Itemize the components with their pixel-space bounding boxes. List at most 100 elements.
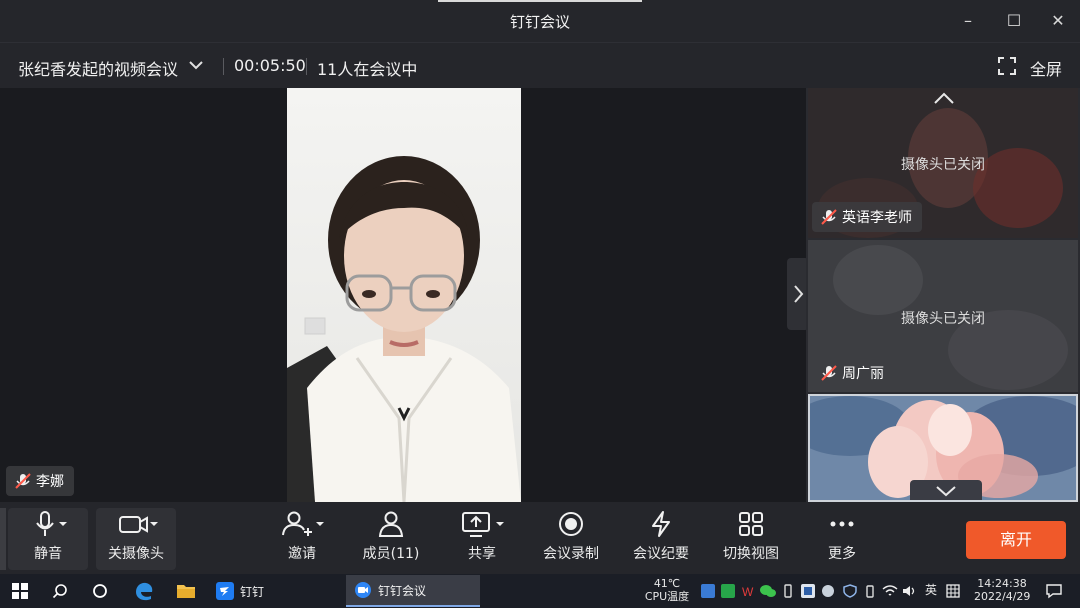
chevron-down-icon[interactable] bbox=[186, 55, 206, 75]
speaker-name-chip: 李娜 bbox=[6, 466, 74, 496]
switch-view-button[interactable]: 切换视图 bbox=[716, 508, 786, 570]
maximize-button[interactable]: ☐ bbox=[1002, 9, 1026, 33]
participant-panel: 摄像头已关闭 英语李老师 摄像头已关闭 周广丽 bbox=[806, 88, 1080, 502]
record-button[interactable]: 会议录制 bbox=[536, 508, 606, 570]
battery-icon bbox=[866, 585, 874, 598]
fullscreen-button[interactable]: 全屏 bbox=[1030, 56, 1062, 80]
grid-view-icon bbox=[739, 512, 763, 536]
camera-icon bbox=[119, 516, 158, 533]
search-button[interactable] bbox=[48, 579, 72, 603]
cpu-temp-label: CPU温度 bbox=[644, 590, 690, 603]
title-bar: 钉钉会议 – ☐ ✕ bbox=[0, 0, 1080, 42]
invite-button[interactable]: 邀请 bbox=[272, 508, 332, 570]
taskbar-app-label: 钉钉 bbox=[240, 584, 265, 599]
scroll-up-icon[interactable] bbox=[933, 90, 955, 106]
cortana-circle-icon bbox=[93, 584, 107, 598]
notification-center-button[interactable] bbox=[1042, 579, 1066, 603]
members-label: 成员(11) bbox=[362, 546, 420, 562]
speaker-name: 李娜 bbox=[36, 474, 64, 490]
tray-blue-icon bbox=[701, 584, 715, 598]
tray-app-icon[interactable] bbox=[862, 579, 878, 603]
tray-square-icon bbox=[801, 584, 815, 598]
tray-app-icon[interactable] bbox=[842, 579, 858, 603]
clock-time: 14:24:38 bbox=[977, 577, 1027, 590]
edge-browser-button[interactable] bbox=[132, 579, 156, 603]
window-title: 钉钉会议 bbox=[509, 13, 570, 31]
wechat-icon bbox=[760, 585, 776, 597]
participant-tile-active[interactable] bbox=[808, 394, 1078, 502]
participant-tile[interactable]: 摄像头已关闭 英语李老师 bbox=[808, 88, 1078, 238]
tray-app-icon[interactable]: W bbox=[740, 579, 756, 603]
start-button[interactable] bbox=[8, 579, 32, 603]
network-button[interactable] bbox=[882, 579, 898, 603]
toolbar-edge bbox=[0, 508, 6, 570]
clock[interactable]: 14:24:38 2022/4/29 bbox=[974, 577, 1030, 603]
tray-app-icon[interactable] bbox=[760, 579, 776, 603]
taskbar-app-label: 钉钉会议 bbox=[378, 583, 427, 598]
lightning-icon bbox=[652, 511, 670, 537]
fullscreen-icon[interactable] bbox=[998, 57, 1016, 75]
tray-app-icon[interactable] bbox=[800, 579, 816, 603]
volume-button[interactable] bbox=[902, 579, 918, 603]
leave-meeting-button[interactable]: 离开 bbox=[966, 521, 1066, 559]
switch-view-label: 切换视图 bbox=[723, 546, 779, 562]
mute-label: 静音 bbox=[34, 546, 62, 562]
main-video-stage: 李娜 bbox=[0, 88, 806, 502]
minutes-label: 会议纪要 bbox=[633, 546, 689, 562]
camera-off-label: 关摄像头 bbox=[108, 546, 164, 562]
tray-wps-icon: W bbox=[742, 585, 754, 598]
keyboard-grid-icon bbox=[946, 584, 960, 598]
tray-misc-icon bbox=[822, 585, 834, 597]
participant-name: 周广丽 bbox=[842, 366, 884, 382]
clock-date: 2022/4/29 bbox=[974, 590, 1031, 603]
mic-muted-icon bbox=[821, 209, 837, 225]
minimize-button[interactable]: – bbox=[956, 9, 980, 33]
taskbar-app-dingtalk[interactable]: 钉钉 bbox=[208, 575, 342, 607]
title-accent-line bbox=[438, 0, 642, 2]
divider bbox=[223, 58, 224, 75]
close-button[interactable]: ✕ bbox=[1046, 9, 1070, 33]
meeting-toolbar: 静音 关摄像头 邀请 成员(11) 共享 会议录制 会议纪要 切换视图 更多 离… bbox=[0, 502, 1080, 574]
speaker-video-frame bbox=[287, 88, 521, 502]
notification-icon bbox=[1046, 584, 1062, 599]
svg-text:W: W bbox=[742, 585, 754, 598]
input-mode-button[interactable] bbox=[944, 579, 962, 603]
task-view-button[interactable] bbox=[88, 579, 112, 603]
participant-name-chip: 周广丽 bbox=[812, 358, 894, 388]
os-taskbar: 钉钉 钉钉会议 41℃ CPU温度 W 英 14:24:38 2022/4/29 bbox=[0, 574, 1080, 608]
ime-indicator[interactable]: 英 bbox=[922, 584, 940, 597]
minutes-button[interactable]: 会议纪要 bbox=[626, 508, 696, 570]
tray-app-icon[interactable] bbox=[720, 579, 736, 603]
record-label: 会议录制 bbox=[543, 546, 599, 562]
tray-app-icon[interactable] bbox=[820, 579, 836, 603]
meeting-timer: 00:05:50 bbox=[234, 56, 306, 75]
members-button[interactable]: 成员(11) bbox=[356, 508, 426, 570]
chevron-down-icon bbox=[936, 486, 956, 497]
share-button[interactable]: 共享 bbox=[452, 508, 512, 570]
tray-app-icon[interactable] bbox=[780, 579, 796, 603]
camera-off-button[interactable]: 关摄像头 bbox=[96, 508, 176, 570]
scroll-down-button[interactable] bbox=[910, 480, 982, 500]
taskbar-app-dingtalk-meeting[interactable]: 钉钉会议 bbox=[346, 575, 480, 607]
meeting-title[interactable]: 张纪香发起的视频会议 bbox=[18, 56, 178, 80]
mic-muted-icon bbox=[821, 365, 837, 381]
participant-name: 英语李老师 bbox=[842, 210, 912, 226]
divider bbox=[306, 58, 307, 75]
more-dots-icon bbox=[830, 521, 854, 527]
meeting-app-icon bbox=[355, 582, 371, 598]
file-explorer-button[interactable] bbox=[174, 579, 198, 603]
camera-off-status: 摄像头已关闭 bbox=[901, 311, 985, 327]
mute-button[interactable]: 静音 bbox=[8, 508, 88, 570]
participant-tile[interactable]: 摄像头已关闭 周广丽 bbox=[808, 240, 1078, 392]
cpu-temp-value: 41℃ bbox=[653, 577, 681, 590]
edge-icon bbox=[136, 582, 153, 601]
tray-app-icon[interactable] bbox=[700, 579, 716, 603]
add-user-icon bbox=[282, 511, 324, 536]
screen-share-icon bbox=[462, 512, 504, 537]
more-button[interactable]: 更多 bbox=[812, 508, 872, 570]
main-speaker-video bbox=[287, 88, 521, 502]
share-label: 共享 bbox=[468, 546, 496, 562]
shield-icon bbox=[843, 584, 857, 598]
members-icon bbox=[378, 511, 404, 537]
camera-off-status: 摄像头已关闭 bbox=[901, 157, 985, 173]
